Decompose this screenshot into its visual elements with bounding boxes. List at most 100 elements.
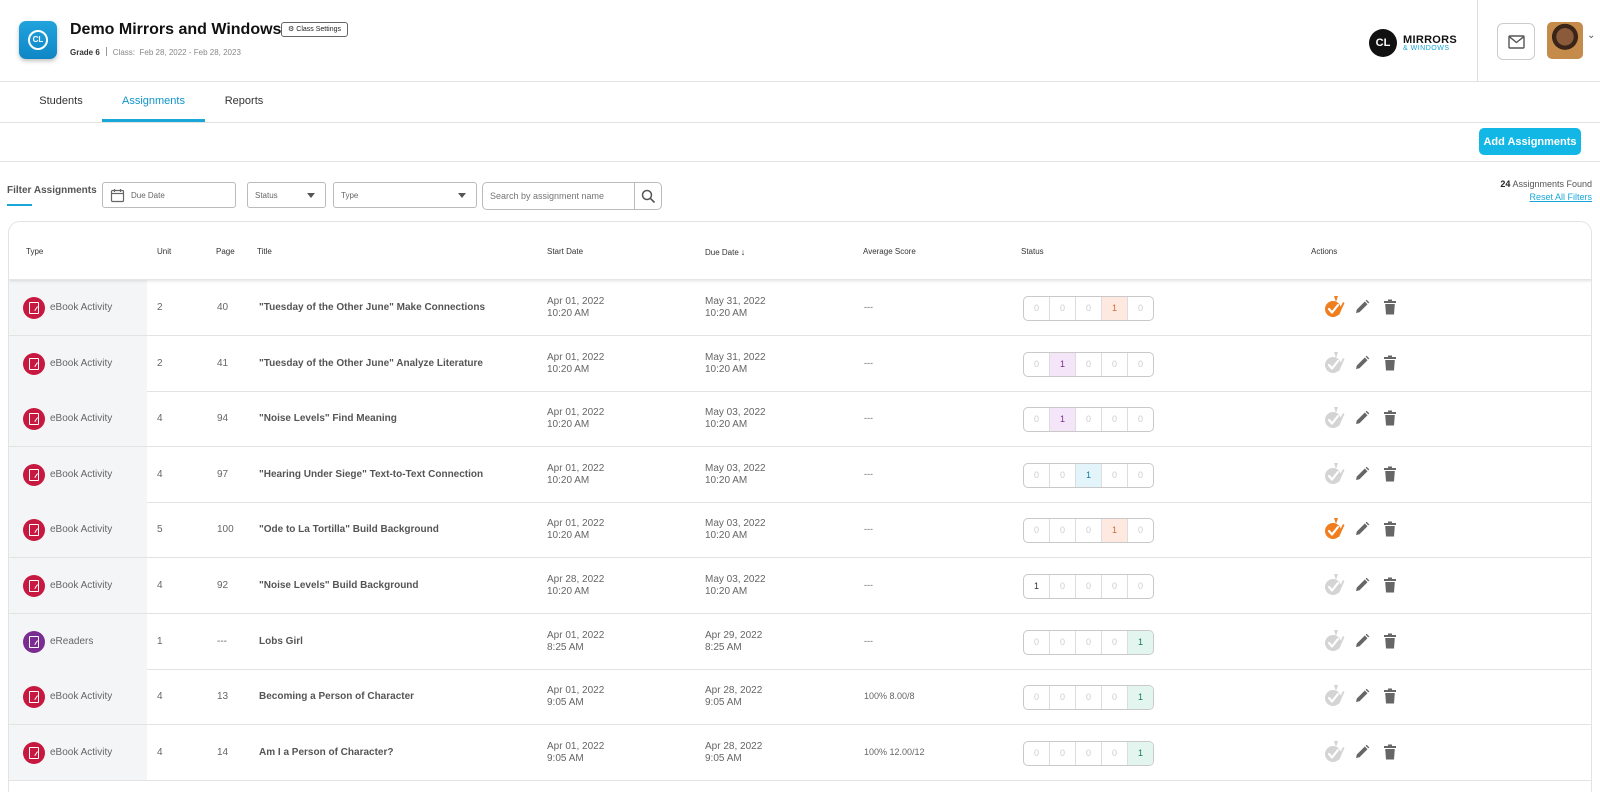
search-icon[interactable] [641, 189, 656, 204]
status-count[interactable]: 0 [1050, 686, 1076, 710]
trash-icon[interactable] [1383, 299, 1397, 315]
col-due-date[interactable]: Due Date ↓ [705, 247, 745, 257]
assignment-title[interactable]: Lobs Girl [259, 636, 303, 647]
status-count[interactable]: 0 [1024, 741, 1050, 765]
status-count[interactable]: 0 [1024, 463, 1050, 487]
status-count[interactable]: 0 [1102, 408, 1128, 432]
status-count[interactable]: 0 [1050, 297, 1076, 320]
status-count[interactable]: 0 [1076, 741, 1102, 765]
status-count[interactable]: 0 [1024, 408, 1050, 432]
grade-check-icon[interactable] [1323, 683, 1347, 709]
user-avatar[interactable] [1547, 22, 1583, 59]
status-count[interactable]: 0 [1076, 352, 1102, 376]
pencil-icon[interactable] [1354, 577, 1370, 593]
status-count[interactable]: 0 [1050, 741, 1076, 765]
messages-button[interactable] [1497, 23, 1535, 60]
status-count[interactable]: 0 [1128, 575, 1153, 598]
status-count[interactable]: 0 [1128, 297, 1153, 320]
assignment-title[interactable]: "Hearing Under Siege" Text-to-Text Conne… [259, 469, 483, 480]
type-filter[interactable]: Type [333, 182, 477, 208]
status-count[interactable]: 0 [1024, 297, 1050, 320]
pencil-icon[interactable] [1354, 410, 1370, 426]
status-count[interactable]: 0 [1128, 464, 1153, 487]
status-count[interactable]: 0 [1076, 408, 1102, 432]
status-count[interactable]: 0 [1128, 519, 1153, 542]
pencil-icon[interactable] [1354, 521, 1370, 537]
status-count[interactable]: 0 [1102, 575, 1128, 598]
grade-check-icon[interactable] [1323, 405, 1347, 431]
trash-icon[interactable] [1383, 521, 1397, 537]
assignment-title[interactable]: "Tuesday of the Other June" Make Connect… [259, 302, 485, 313]
tab-students[interactable]: Students [30, 82, 92, 122]
assignment-title[interactable]: "Ode to La Tortilla" Build Background [259, 524, 439, 535]
pencil-icon[interactable] [1354, 355, 1370, 371]
pencil-icon[interactable] [1354, 466, 1370, 482]
status-count[interactable]: 0 [1102, 741, 1128, 765]
trash-icon[interactable] [1383, 577, 1397, 593]
trash-icon[interactable] [1383, 410, 1397, 426]
table-row[interactable]: eBook Activity 4 94 "Noise Levels" Find Mea… [9, 391, 1591, 448]
col-unit[interactable]: Unit [157, 247, 171, 256]
status-count[interactable]: 0 [1102, 686, 1128, 710]
add-assignments-button[interactable]: Add Assignments [1479, 128, 1581, 155]
assignment-title[interactable]: Becoming a Person of Character [259, 691, 414, 702]
status-count[interactable]: 1 [1024, 575, 1050, 598]
trash-icon[interactable] [1383, 744, 1397, 760]
status-count[interactable]: 0 [1102, 352, 1128, 376]
trash-icon[interactable] [1383, 466, 1397, 482]
tab-assignments[interactable]: Assignments [102, 82, 205, 122]
status-count[interactable]: 0 [1050, 519, 1076, 543]
status-count[interactable]: 0 [1076, 297, 1102, 320]
assignment-title[interactable]: "Tuesday of the Other June" Analyze Lite… [259, 358, 483, 369]
status-filter[interactable]: Status [247, 182, 326, 208]
grade-check-icon[interactable] [1323, 516, 1347, 542]
col-start-date[interactable]: Start Date [547, 247, 583, 256]
grade-check-icon[interactable] [1323, 294, 1347, 320]
table-row[interactable]: eBook Activity 4 13 Becoming a Person of Ch… [9, 669, 1591, 726]
pencil-icon[interactable] [1354, 633, 1370, 649]
table-row[interactable]: eReaders 1 --- Lobs Girl Apr 01, 2022 8:25 AM… [9, 613, 1591, 670]
status-count[interactable]: 1 [1102, 297, 1128, 320]
status-count[interactable]: 0 [1050, 575, 1076, 598]
grade-check-icon[interactable] [1323, 572, 1347, 598]
table-row[interactable]: eBook Activity 5 100 "Ode to La Tortilla" B… [9, 502, 1591, 559]
status-count[interactable]: 1 [1128, 630, 1153, 654]
status-count[interactable]: 0 [1128, 408, 1153, 431]
reset-filters-link[interactable]: Reset All Filters [1529, 192, 1592, 202]
status-count[interactable]: 0 [1128, 353, 1153, 376]
status-count[interactable]: 0 [1050, 630, 1076, 654]
table-row[interactable]: eBook Activity 2 41 "Tuesday of the Other J… [9, 335, 1591, 392]
status-count[interactable]: 1 [1128, 741, 1153, 765]
assignment-title[interactable]: Am I a Person of Character? [259, 747, 393, 758]
table-row[interactable]: eBook Activity 4 97 "Hearing Under Siege" T… [9, 446, 1591, 503]
chevron-down-icon[interactable]: ⌄ [1587, 30, 1595, 41]
col-title[interactable]: Title [257, 247, 272, 256]
grade-check-icon[interactable] [1323, 461, 1347, 487]
status-count[interactable]: 0 [1024, 352, 1050, 376]
status-count[interactable]: 0 [1024, 686, 1050, 710]
tab-reports[interactable]: Reports [216, 82, 272, 122]
pencil-icon[interactable] [1354, 688, 1370, 704]
trash-icon[interactable] [1383, 688, 1397, 704]
status-count[interactable]: 0 [1076, 630, 1102, 654]
search-input[interactable] [483, 183, 634, 209]
pencil-icon[interactable] [1354, 744, 1370, 760]
status-count[interactable]: 1 [1102, 519, 1128, 543]
status-count[interactable]: 0 [1050, 463, 1076, 487]
status-count[interactable]: 1 [1128, 686, 1153, 710]
grade-check-icon[interactable] [1323, 350, 1347, 376]
app-logo[interactable]: CL [19, 21, 57, 59]
status-count[interactable]: 0 [1102, 630, 1128, 654]
trash-icon[interactable] [1383, 355, 1397, 371]
table-row[interactable]: eBook Activity 2 40 "Tuesday of the Other J… [9, 280, 1591, 336]
grade-check-icon[interactable] [1323, 739, 1347, 765]
status-count[interactable]: 0 [1102, 463, 1128, 487]
due-date-filter[interactable]: Due Date [102, 182, 236, 208]
table-row[interactable]: eBook Activity 4 14 Am I a Person of Charac… [9, 724, 1591, 781]
status-count[interactable]: 0 [1076, 686, 1102, 710]
trash-icon[interactable] [1383, 633, 1397, 649]
status-count[interactable]: 1 [1076, 463, 1102, 487]
status-count[interactable]: 0 [1024, 519, 1050, 543]
col-average-score[interactable]: Average Score [863, 247, 916, 256]
pencil-icon[interactable] [1354, 299, 1370, 315]
